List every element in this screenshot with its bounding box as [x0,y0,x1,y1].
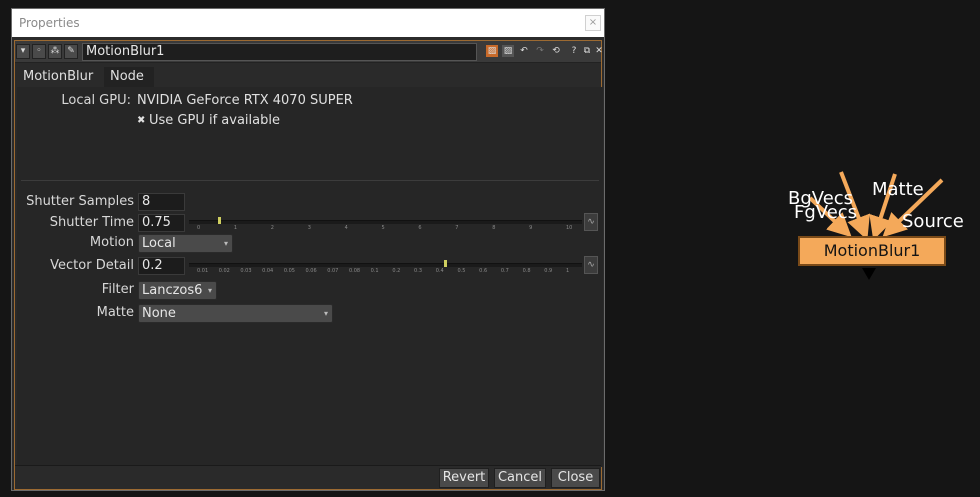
dialog-footer: Revert Cancel Close [15,465,601,489]
chevron-down-icon: ▾ [207,286,212,295]
slider-tick-label: 0.9 [544,268,553,274]
dots-icon[interactable]: ⁂ [48,44,62,59]
slider-tick-label: 1 [566,268,570,274]
filter-value: Lanczos6 [142,283,203,298]
redo-icon[interactable]: ↷ [534,45,546,57]
input-label-fgvecs: FgVecs [794,202,858,223]
window-title: Properties [19,16,80,30]
slider-tick-label: 0 [197,225,201,231]
cancel-button[interactable]: Cancel [494,468,546,488]
node-output-tip [862,268,876,280]
shutter-samples-label: Shutter Samples [26,194,134,209]
window-close-button[interactable]: × [585,15,601,31]
slider-tick-label: 0.03 [240,268,252,274]
wand-icon[interactable]: ✎ [64,44,78,59]
chevron-down-icon: ▾ [223,239,228,248]
node-properties-panel: ▾ ◦ ⁂ ✎ MotionBlur1 ▨ ▨ ↶ ↷ ⟲ ? ⧉ ✕ Moti… [14,40,603,490]
vector-detail-slider[interactable]: 0.01 0.02 0.03 0.04 0.05 0.06 0.07 0.08 0.1 0.2 0.… [189,257,582,275]
motion-dropdown[interactable]: Local ▾ [138,234,233,253]
slider-tick-label: 6 [418,225,422,231]
shutter-time-label: Shutter Time [49,215,134,230]
animation-curve-icon[interactable]: ∿ [584,256,598,274]
slider-tick-label: 0.7 [500,268,509,274]
tab-node[interactable]: Node [104,67,154,87]
slider-tick-label: 2 [270,225,274,231]
motionblur-node[interactable]: MotionBlur1 [798,236,946,266]
slider-tick-label: 0.2 [392,268,401,274]
close-button[interactable]: Close [551,468,600,488]
checkbox-checked-icon[interactable]: ✖ [137,113,145,129]
slider-tick-label: 0.3 [414,268,422,274]
tab-motionblur[interactable]: MotionBlur [17,67,104,87]
filter-label: Filter [101,282,134,297]
slider-tick-label: 0.08 [348,268,361,274]
slider-tick-label: 9 [529,225,533,231]
slider-thumb[interactable] [444,260,448,267]
shutter-samples-input[interactable]: 8 [138,193,185,211]
matte-dropdown[interactable]: None ▾ [138,304,333,323]
revert-icon[interactable]: ⟲ [550,45,562,57]
slider-tick-label: 0.5 [457,268,466,274]
slider-tick-label: 7 [455,225,459,231]
circle-icon[interactable]: ◦ [32,44,46,59]
matte-value: None [142,306,176,321]
window-titlebar[interactable]: Properties × [12,9,604,37]
slider-tick-label: 0.8 [522,268,531,274]
help-icon[interactable]: ? [568,45,580,57]
matte-label: Matte [96,305,134,320]
slider-tick-label: 5 [381,225,385,231]
slider-track [189,263,582,267]
chevron-down-icon: ▾ [323,309,328,318]
input-label-matte: Matte [872,179,924,200]
revert-button[interactable]: Revert [439,468,489,488]
motion-value: Local [142,236,176,251]
slider-tick-label: 0.1 [370,268,379,274]
slider-tick-label: 0.04 [262,268,274,274]
divider [21,180,599,181]
properties-window: Properties × ▾ ◦ ⁂ ✎ MotionBlur1 ▨ ▨ ↶ ↷… [11,8,605,491]
tab-content: Local GPU: NVIDIA GeForce RTX 4070 SUPER… [17,87,603,467]
slider-tick-label: 0.01 [197,268,209,274]
shutter-time-input[interactable]: 0.75 [138,214,185,232]
slider-tick-label: 3 [307,225,311,231]
slider-tick-label: 10 [566,225,573,231]
slider-tick-label: 0.6 [479,268,488,274]
local-gpu-value: NVIDIA GeForce RTX 4070 SUPER [137,93,353,108]
slider-track [189,220,582,224]
slider-tick-label: 4 [344,225,348,231]
filter-dropdown[interactable]: Lanczos6 ▾ [138,281,217,300]
slider-tick-label: 0.02 [218,268,230,274]
slider-thumb[interactable] [218,217,222,224]
color-swatch-orange-icon[interactable]: ▨ [486,45,498,57]
use-gpu-checkbox-label[interactable]: Use GPU if available [149,113,280,128]
slider-tick-label: 0.05 [283,268,295,274]
slider-tick-label: 0.06 [305,268,317,274]
triangle-down-icon[interactable]: ▾ [16,44,30,59]
vector-detail-label: Vector Detail [50,258,134,273]
slider-tick-label: 0.07 [327,268,339,274]
float-icon[interactable]: ⧉ [581,45,593,57]
motion-label: Motion [89,235,134,250]
slider-tick-label: 0.4 [435,268,444,274]
animation-curve-icon[interactable]: ∿ [584,213,598,231]
slider-tick-label: 1 [233,225,238,231]
shutter-time-slider[interactable]: 0 1 2 3 4 5 6 7 8 9 10 [189,214,582,232]
close-icon[interactable]: ✕ [593,45,605,57]
slider-tick-label: 8 [492,225,496,231]
input-label-source: Source [902,211,964,232]
node-graph[interactable]: BgVecs FgVecs Matte Source MotionBlur1 [605,0,980,497]
node-toolbar: ▾ ◦ ⁂ ✎ MotionBlur1 ▨ ▨ ↶ ↷ ⟲ ? ⧉ ✕ [15,41,603,63]
color-swatch-icon[interactable]: ▨ [502,45,514,57]
undo-icon[interactable]: ↶ [518,45,530,57]
vector-detail-input[interactable]: 0.2 [138,257,185,275]
local-gpu-label: Local GPU: [61,93,131,108]
node-name-field[interactable]: MotionBlur1 [82,43,477,61]
